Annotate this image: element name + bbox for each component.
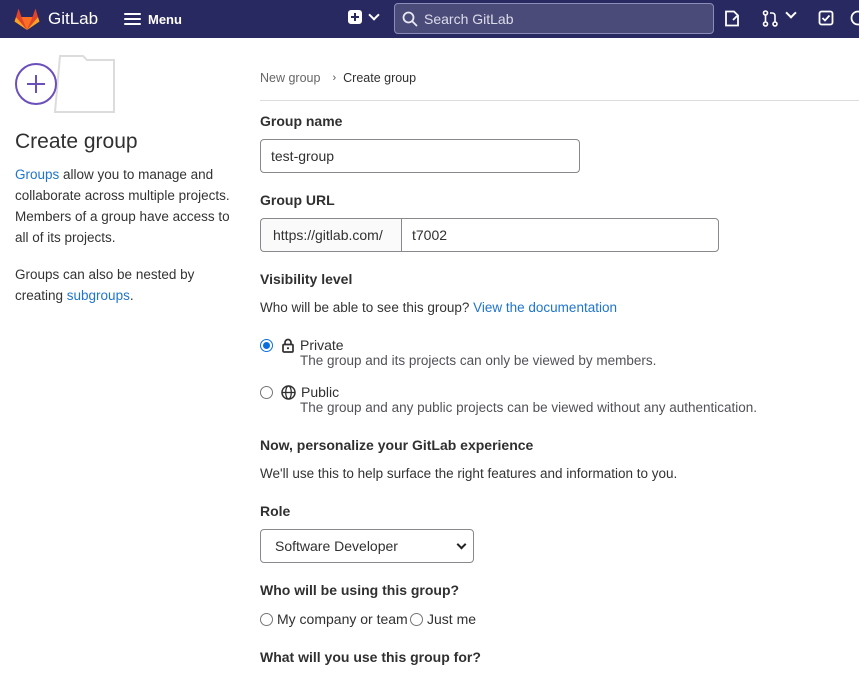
gitlab-logo-icon[interactable] [13, 7, 41, 31]
visibility-public-description: The group and any public projects can be… [300, 400, 758, 415]
visibility-help-text: Who will be able to see this group? [260, 300, 474, 315]
using-company-radio[interactable] [260, 613, 273, 626]
group-name-field[interactable] [260, 139, 580, 173]
issues-icon[interactable] [724, 10, 740, 27]
role-label: Role [260, 503, 291, 519]
personalize-heading: Now, personalize your GitLab experience [260, 437, 534, 453]
search-input[interactable] [424, 10, 704, 27]
breadcrumb-divider [260, 100, 859, 101]
breadcrumb-create-group[interactable]: Create group [343, 71, 416, 85]
visibility-label: Visibility level [260, 271, 353, 287]
visibility-private-label: Private [300, 337, 344, 353]
merge-request-icon[interactable] [762, 10, 780, 27]
lock-icon [282, 338, 294, 353]
menu-label: Menu [148, 11, 182, 27]
menu-button[interactable]: Menu [124, 8, 182, 30]
chevron-down-icon [456, 539, 467, 550]
personalize-help: We'll use this to help surface the right… [260, 466, 678, 481]
visibility-public-radio[interactable] [260, 386, 273, 399]
purpose-label: What will you use this group for? [260, 649, 481, 665]
visibility-private-option[interactable]: Private [281, 337, 344, 353]
group-url-field[interactable] [401, 218, 719, 252]
breadcrumb-new-group[interactable]: New group [260, 71, 320, 85]
using-just-me-radio[interactable] [410, 613, 423, 626]
visibility-private-description: The group and its projects can only be v… [300, 353, 657, 368]
using-label: Who will be using this group? [260, 582, 460, 598]
group-url-input[interactable] [412, 227, 708, 243]
visibility-help: Who will be able to see this group? View… [260, 300, 617, 315]
group-name-input[interactable] [271, 148, 569, 164]
groups-description: Groups allow you to manage and collabora… [15, 164, 230, 248]
search-icon [402, 11, 418, 26]
top-navbar: GitLab Menu [0, 0, 859, 38]
visibility-public-option[interactable]: Public [281, 384, 339, 400]
subgroups-description: Groups can also be nested by creating su… [15, 264, 230, 306]
create-new-dropdown[interactable] [348, 9, 380, 24]
help-icon[interactable] [850, 10, 859, 26]
using-company-option[interactable]: My company or team [277, 611, 408, 627]
chevron-down-icon [368, 9, 380, 21]
globe-icon [281, 384, 296, 400]
plus-square-icon [348, 10, 362, 24]
using-just-me-option[interactable]: Just me [427, 611, 476, 627]
group-name-label: Group name [260, 113, 343, 129]
groups-link[interactable]: Groups [15, 167, 59, 182]
hamburger-icon [124, 12, 141, 26]
group-folder-illustration [15, 55, 115, 113]
todo-checkbox-icon[interactable] [818, 10, 834, 26]
visibility-public-label: Public [301, 384, 340, 400]
mr-chevron-down-icon[interactable] [785, 7, 797, 19]
subgroups-link[interactable]: subgroups [67, 288, 130, 303]
brand-name[interactable]: GitLab [48, 9, 98, 29]
role-select[interactable]: Software Developer [260, 529, 474, 563]
page-title: Create group [15, 130, 138, 153]
group-url-prefix: https://gitlab.com/ [260, 218, 402, 252]
subgroups-description-suffix: . [129, 288, 134, 303]
visibility-private-radio[interactable] [260, 339, 273, 352]
breadcrumb-chevron-right-icon: › [332, 72, 337, 84]
group-url-label: Group URL [260, 192, 335, 208]
view-documentation-link[interactable]: View the documentation [473, 300, 617, 315]
role-select-value: Software Developer [275, 538, 398, 554]
breadcrumb: New group › Create group [260, 71, 416, 85]
search-box[interactable] [394, 3, 714, 34]
